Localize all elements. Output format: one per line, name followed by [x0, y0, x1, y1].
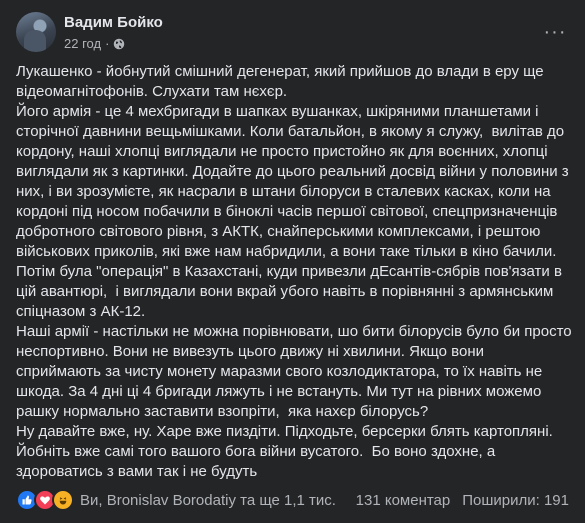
post-text: Лукашенко - йобнутий смішний дегенерат, … — [16, 63, 572, 480]
reaction-icons[interactable] — [16, 489, 74, 511]
shares-count[interactable]: Поширили: 191 — [462, 492, 569, 509]
haha-icon — [52, 489, 74, 511]
author-name[interactable]: Вадим Бойко — [64, 14, 163, 31]
reactors-text[interactable]: Ви, Bronislav Borodatiy та ще 1,1 тис. — [80, 492, 344, 509]
post-meta: 22 год · — [64, 36, 125, 51]
meta-separator: · — [105, 36, 110, 51]
comments-count[interactable]: 131 коментар — [356, 492, 451, 509]
post-header: Вадим Бойко 22 год · ··· — [16, 12, 569, 56]
more-options-button[interactable]: ··· — [537, 14, 573, 50]
globe-icon — [113, 38, 125, 50]
post-card: Вадим Бойко 22 год · ··· Лукашенко - йоб… — [0, 0, 585, 523]
avatar[interactable] — [16, 12, 56, 52]
post-time[interactable]: 22 год — [64, 36, 101, 51]
more-icon: ··· — [543, 20, 567, 43]
post-footer: Ви, Bronislav Borodatiy та ще 1,1 тис. 1… — [16, 482, 569, 518]
